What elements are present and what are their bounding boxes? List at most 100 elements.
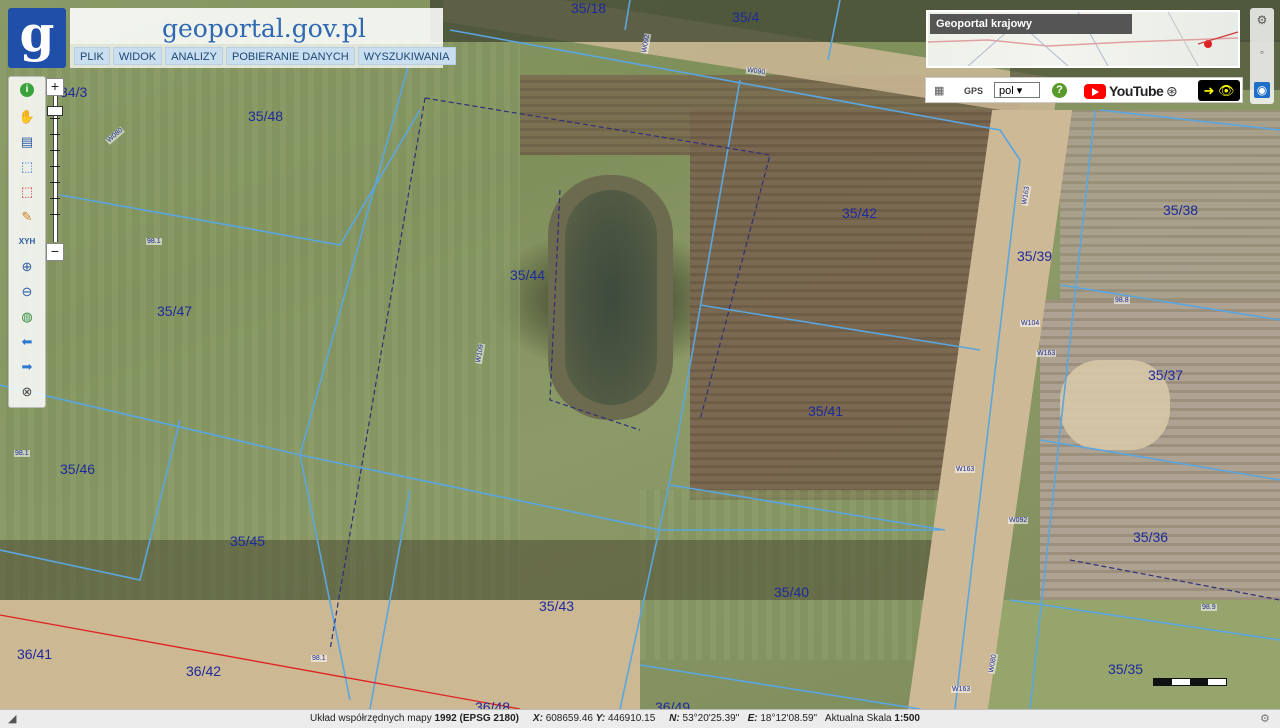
- boundary-line: [827, 0, 841, 61]
- parcel-label[interactable]: 35/38: [1163, 202, 1198, 218]
- parcel-label[interactable]: 36/49: [655, 699, 690, 709]
- zoom-thumb[interactable]: [47, 106, 63, 116]
- boundary-line: [0, 419, 181, 581]
- parcel-label[interactable]: 35/36: [1133, 529, 1168, 545]
- parcel-label[interactable]: 34/3: [60, 84, 87, 100]
- parcel-label[interactable]: 36/41: [17, 646, 52, 662]
- map-annotation: 98.1: [14, 450, 30, 457]
- status-menu-icon[interactable]: ⚙: [1260, 713, 1272, 725]
- boundary-line: [449, 29, 1021, 709]
- zoom-slider[interactable]: + −: [46, 78, 64, 262]
- map-annotation: W104: [1020, 320, 1041, 327]
- legend-list-icon[interactable]: ▤: [18, 133, 36, 151]
- parcel-boundaries: [0, 0, 1280, 709]
- crs-prefix: Układ współrzędnych mapy: [310, 713, 432, 724]
- right-side-controls: ⚙ ◦ ◉: [1250, 8, 1274, 104]
- zoom-out-icon[interactable]: ⊖: [18, 283, 36, 301]
- red-boundary-line: [0, 614, 521, 709]
- x-value: 608659.46: [545, 713, 593, 724]
- menu-widok[interactable]: WIDOK: [112, 47, 163, 65]
- zoom-in-icon[interactable]: ⊕: [18, 258, 36, 276]
- layers-eye-icon[interactable]: ◉: [1254, 82, 1270, 98]
- boundary-line: [1029, 109, 1096, 709]
- zoom-tick: [50, 150, 60, 151]
- app-header: g geoportal.gov.pl PLIK WIDOK ANALIZY PO…: [0, 0, 456, 70]
- map-annotation: 98.9: [1201, 604, 1217, 611]
- parcel-label[interactable]: 35/48: [248, 108, 283, 124]
- full-extent-globe-icon[interactable]: ◍: [18, 308, 36, 326]
- map-annotation: W092: [1008, 517, 1029, 524]
- top-right-toolbar: ▦ GPS pol ▾ ? YouTube ⊛ ➜ 👁: [925, 77, 1243, 103]
- youtube-link[interactable]: YouTube: [1084, 82, 1164, 100]
- zoom-plus-button[interactable]: +: [46, 78, 64, 96]
- parcel-label[interactable]: 35/41: [808, 403, 843, 419]
- language-value: pol: [999, 85, 1014, 97]
- zoom-tick: [50, 182, 60, 183]
- pan-hand-icon[interactable]: ✋: [18, 108, 36, 126]
- boundary-line: [369, 489, 411, 709]
- table-icon[interactable]: ▦: [934, 82, 944, 100]
- settings-gear-icon[interactable]: ⚙: [1254, 12, 1270, 28]
- xyh-coordinates-icon[interactable]: XYH: [18, 233, 36, 251]
- resize-corner-icon[interactable]: ◢: [8, 713, 20, 725]
- parcel-label[interactable]: 35/44: [510, 267, 545, 283]
- menu-wyszukiwania[interactable]: WYSZUKIWANIA: [357, 47, 456, 65]
- menu-analizy[interactable]: ANALIZY: [165, 47, 223, 65]
- menu-pobieranie-danych[interactable]: POBIERANIE DANYCH: [226, 47, 355, 65]
- parcel-label[interactable]: 36/48: [475, 699, 510, 709]
- overview-title: Geoportal krajowy: [930, 14, 1132, 34]
- high-contrast-eye-icon[interactable]: ➜ 👁: [1198, 80, 1240, 101]
- select-rectangle-icon[interactable]: ⬚: [18, 158, 36, 176]
- parcel-label[interactable]: 35/4: [732, 9, 759, 25]
- overview-map[interactable]: Geoportal krajowy: [926, 10, 1240, 68]
- parcel-label[interactable]: 35/18: [571, 0, 606, 16]
- zoom-tick: [50, 214, 60, 215]
- map-annotation: W163: [951, 686, 972, 693]
- parcel-label[interactable]: 35/37: [1148, 367, 1183, 383]
- scale-value: 1:500: [894, 713, 920, 724]
- parcel-label[interactable]: 35/42: [842, 205, 877, 221]
- parcel-label[interactable]: 35/46: [60, 461, 95, 477]
- boundary-line: [1039, 439, 1280, 481]
- parcel-label[interactable]: 35/43: [539, 598, 574, 614]
- parcel-label[interactable]: 35/47: [157, 303, 192, 319]
- help-icon[interactable]: ?: [1052, 83, 1067, 98]
- parcel-label[interactable]: 35/40: [774, 584, 809, 600]
- brand-bar: geoportal.gov.pl: [70, 8, 443, 44]
- previous-view-arrow-icon[interactable]: ⬅: [18, 333, 36, 351]
- plot-boundary-dashed: [424, 97, 771, 421]
- language-select[interactable]: pol ▾: [994, 82, 1040, 98]
- plot-boundary-dashed: [549, 189, 641, 431]
- crs-value: 1992 (EPSG 2180): [434, 713, 520, 724]
- draw-pencil-icon[interactable]: ✎: [18, 208, 36, 226]
- parcel-label[interactable]: 35/45: [230, 533, 265, 549]
- brand-title[interactable]: geoportal.gov.pl: [162, 14, 366, 43]
- parcel-label[interactable]: 36/42: [186, 663, 221, 679]
- map-annotation: W163: [1036, 350, 1057, 357]
- clear-cross-icon[interactable]: ⊗: [18, 383, 36, 401]
- geoportal-logo[interactable]: g: [8, 8, 66, 68]
- status-bar: ◢ Układ współrzędnych mapy 1992 (EPSG 21…: [0, 709, 1280, 728]
- boundary-line: [1059, 284, 1280, 321]
- boundary-line: [619, 79, 741, 709]
- menu-plik[interactable]: PLIK: [74, 47, 110, 65]
- boundary-line: [624, 0, 631, 31]
- gps-icon[interactable]: GPS: [964, 82, 983, 100]
- boundary-line: [699, 304, 981, 351]
- map-annotation: 98.8: [1114, 297, 1130, 304]
- e-value: 18°12'08.59": [760, 713, 818, 724]
- zoom-minus-button[interactable]: −: [46, 243, 64, 261]
- collapse-icon[interactable]: ◦: [1254, 44, 1270, 60]
- accessibility-icon[interactable]: ⊛: [1166, 82, 1178, 100]
- select-red-rectangle-icon[interactable]: ⬚: [18, 183, 36, 201]
- next-view-arrow-icon[interactable]: ➡: [18, 358, 36, 376]
- parcel-label[interactable]: 35/35: [1108, 661, 1143, 677]
- info-icon[interactable]: i: [20, 83, 34, 97]
- x-label: X:: [532, 713, 543, 724]
- scale-label: Aktualna Skala: [824, 713, 892, 724]
- map-canvas[interactable]: 34/3 35/48 35/47 35/46 35/45 35/44 35/43…: [0, 0, 1280, 709]
- map-annotation: 98.1: [146, 238, 162, 245]
- boundary-line: [1099, 109, 1280, 131]
- parcel-label[interactable]: 35/39: [1017, 248, 1052, 264]
- n-value: 53°20'25.39": [682, 713, 740, 724]
